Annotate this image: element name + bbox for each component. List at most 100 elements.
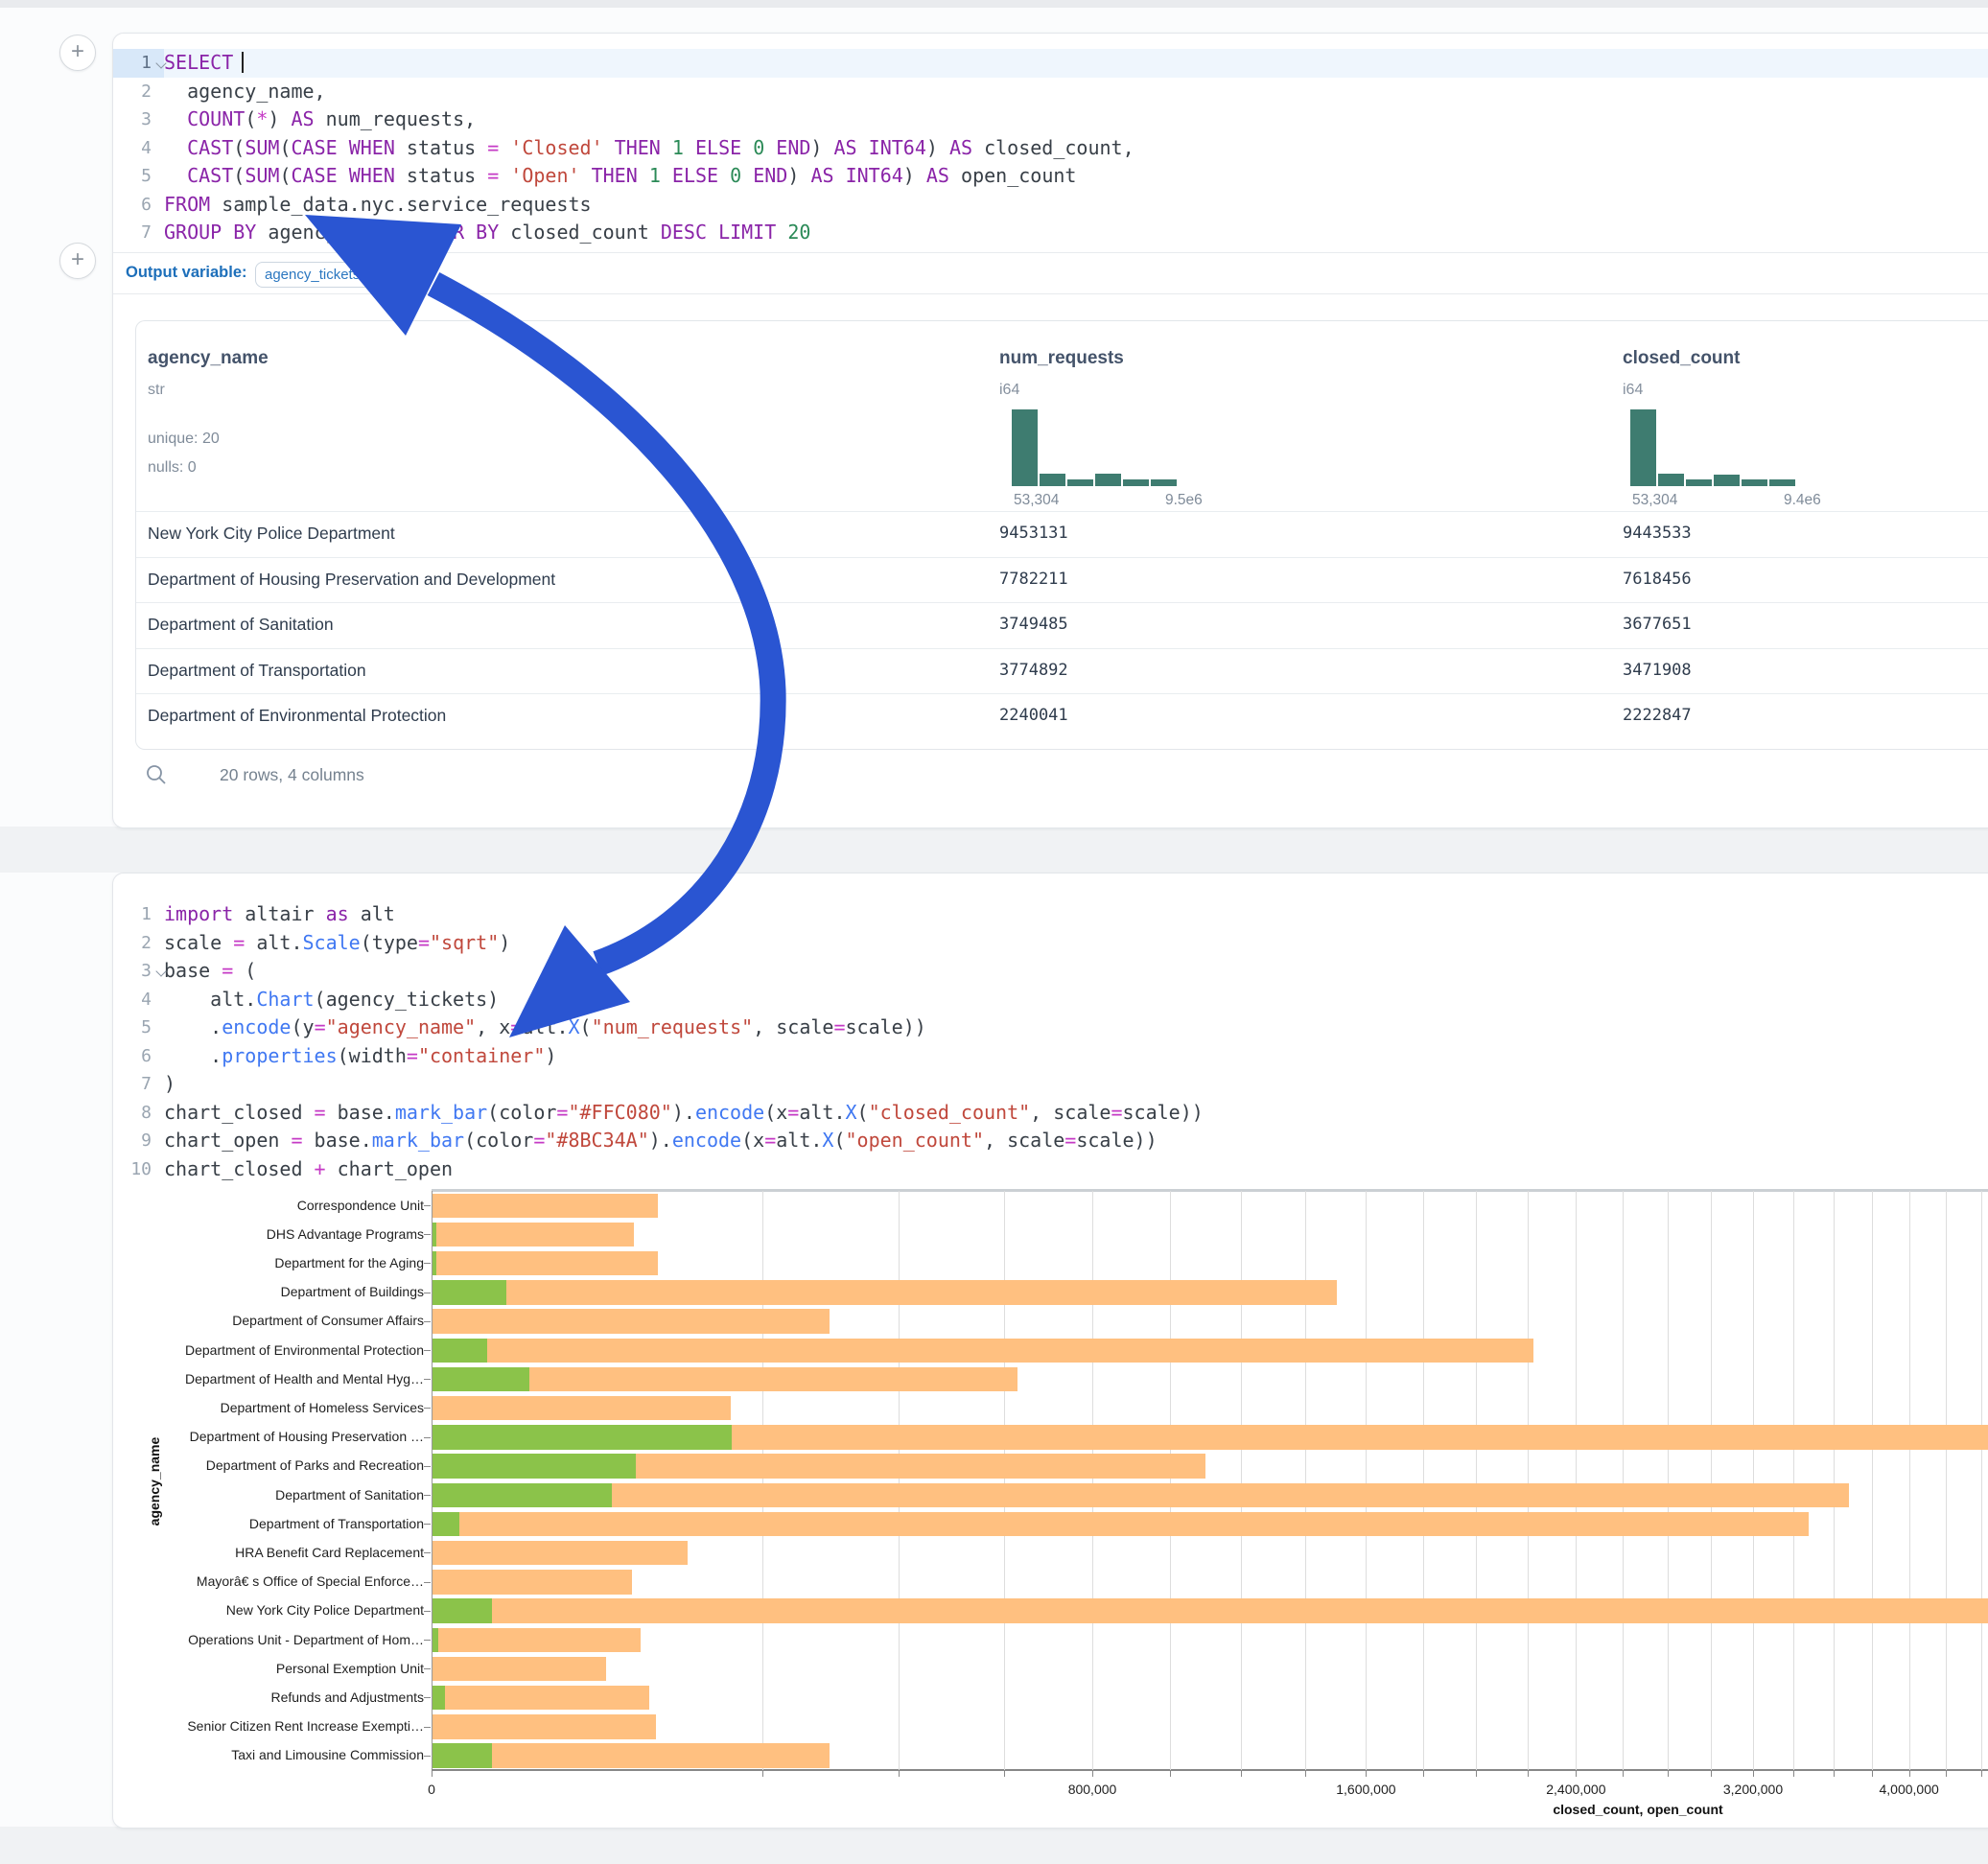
y-tick xyxy=(424,1379,431,1380)
cell-agency-name: Department of Transportation xyxy=(148,661,366,681)
code-line[interactable]: 6FROM sample_data.nyc.service_requests xyxy=(113,191,1988,220)
bar-closed-count xyxy=(433,1483,1849,1508)
cell-num-requests: 3774892 xyxy=(999,661,1068,680)
bar-open-count xyxy=(433,1339,487,1363)
table-summary-row: 20 rows, 4 columns xyxy=(145,762,720,791)
text-cursor xyxy=(242,52,244,73)
x-tick xyxy=(1793,1771,1794,1777)
histogram-bar xyxy=(1714,475,1740,486)
gridline xyxy=(1576,1191,1577,1770)
gridline xyxy=(1909,1191,1910,1770)
y-tick xyxy=(424,1611,431,1612)
cell-num-requests: 2240041 xyxy=(999,706,1068,725)
x-axis-line xyxy=(432,1769,1988,1771)
bar-closed-count xyxy=(433,1570,632,1595)
bar-closed-count xyxy=(433,1223,634,1247)
table-row[interactable]: Department of Transportation377489234719… xyxy=(136,648,1988,694)
bar-open-count xyxy=(433,1743,492,1768)
y-axis-label: Operations Unit - Department of Hom… xyxy=(136,1632,424,1647)
histogram-max-label: 9.5e6 xyxy=(1165,492,1203,509)
x-tick xyxy=(1528,1771,1529,1777)
output-variable-chip[interactable]: agency_tickets xyxy=(255,262,372,288)
bar-closed-count xyxy=(433,1686,649,1711)
column-type-agency-name: str xyxy=(148,382,165,399)
y-axis-label: Department of Health and Mental Hyg… xyxy=(136,1371,424,1386)
x-tick xyxy=(1981,1771,1982,1777)
column-header-closed-count[interactable]: closed_count xyxy=(1623,348,1740,369)
x-tick xyxy=(1946,1771,1947,1777)
histogram-min-label: 53,304 xyxy=(1014,492,1059,509)
code-text: COUNT(*) AS num_requests, xyxy=(164,105,476,134)
cell-num-requests: 7782211 xyxy=(999,570,1068,589)
y-tick xyxy=(424,1234,431,1235)
histogram-bar xyxy=(1040,474,1065,486)
y-axis-label: HRA Benefit Card Replacement xyxy=(136,1545,424,1560)
sql-code-editor[interactable]: 1SELECT2 agency_name,3 COUNT(*) AS num_r… xyxy=(113,49,1988,247)
gridline xyxy=(1004,1191,1005,1770)
cell-closed-count: 2222847 xyxy=(1623,706,1692,725)
bar-open-count xyxy=(433,1686,445,1711)
x-tick xyxy=(1476,1771,1477,1777)
gridline xyxy=(1305,1191,1306,1770)
table-row[interactable]: Department of Sanitation37494853677651 xyxy=(136,602,1988,648)
bar-open-count xyxy=(433,1367,529,1392)
code-text: FROM sample_data.nyc.service_requests xyxy=(164,191,592,220)
bar-closed-count xyxy=(433,1339,1533,1363)
gridline xyxy=(1981,1191,1982,1770)
y-tick xyxy=(424,1552,431,1553)
code-line[interactable]: 1SELECT xyxy=(113,49,1988,78)
x-tick-label: 2,400,000 xyxy=(1546,1782,1605,1797)
histogram-bar xyxy=(1686,479,1712,486)
line-number: 6 xyxy=(113,191,164,220)
x-tick xyxy=(1305,1771,1306,1777)
table-row[interactable]: Department of Housing Preservation and D… xyxy=(136,557,1988,603)
code-line[interactable]: 3 COUNT(*) AS num_requests, xyxy=(113,105,1988,134)
bar-closed-count xyxy=(433,1743,830,1768)
gridline xyxy=(1423,1191,1424,1770)
table-row[interactable]: New York City Police Department945313194… xyxy=(136,511,1988,557)
y-axis-label: Taxi and Limousine Commission xyxy=(136,1747,424,1762)
bar-open-count xyxy=(433,1280,506,1305)
search-icon[interactable] xyxy=(145,763,168,786)
gridline xyxy=(1476,1191,1477,1770)
gridline xyxy=(899,1191,900,1770)
table-row[interactable]: Department of Environmental Protection22… xyxy=(136,693,1988,739)
y-axis-label: Department of Environmental Protection xyxy=(136,1342,424,1358)
page-top-divider xyxy=(0,0,1988,8)
gridline xyxy=(762,1191,763,1770)
histogram-bar xyxy=(1151,479,1177,486)
x-tick-label: 4,000,000 xyxy=(1879,1782,1938,1797)
code-line[interactable]: 4 CAST(SUM(CASE WHEN status = 'Closed' T… xyxy=(113,134,1988,163)
y-axis-label: Department of Sanitation xyxy=(136,1487,424,1503)
output-variable-label: Output variable: xyxy=(126,264,247,282)
cell-agency-name: Department of Sanitation xyxy=(148,615,334,635)
y-axis-label: Mayorâ€ s Office of Special Enforce… xyxy=(136,1573,424,1589)
x-tick xyxy=(1423,1771,1424,1777)
x-tick xyxy=(1576,1771,1577,1777)
column-header-num-requests[interactable]: num_requests xyxy=(999,348,1124,369)
y-tick xyxy=(424,1408,431,1409)
add-cell-button-middle[interactable]: + xyxy=(59,243,96,279)
y-tick xyxy=(424,1350,431,1351)
bar-closed-count xyxy=(433,1309,830,1334)
gridline xyxy=(1623,1191,1624,1770)
output-variable-row: Output variable: agency_tickets xyxy=(113,252,1988,294)
histogram-bar xyxy=(1123,479,1149,486)
histogram-bar xyxy=(1658,474,1684,486)
add-cell-button-top[interactable]: + xyxy=(59,35,96,71)
code-text: agency_name, xyxy=(164,78,326,106)
code-line[interactable]: 2 agency_name, xyxy=(113,78,1988,106)
bar-open-count xyxy=(433,1598,492,1623)
code-line[interactable]: 5 CAST(SUM(CASE WHEN status = 'Open' THE… xyxy=(113,162,1988,191)
y-tick xyxy=(424,1466,431,1467)
code-line[interactable]: 7GROUP BY agency_name ORDER BY closed_co… xyxy=(113,219,1988,247)
y-tick xyxy=(424,1668,431,1669)
cell-agency-name: New York City Police Department xyxy=(148,524,395,544)
y-axis-label: New York City Police Department xyxy=(136,1602,424,1618)
x-tick xyxy=(1909,1771,1910,1777)
x-tick xyxy=(1711,1771,1712,1777)
column-header-agency-name[interactable]: agency_name xyxy=(148,348,269,369)
y-tick xyxy=(424,1640,431,1641)
histogram-closed-count xyxy=(1630,409,1795,486)
x-tick-label: 800,000 xyxy=(1068,1782,1117,1797)
